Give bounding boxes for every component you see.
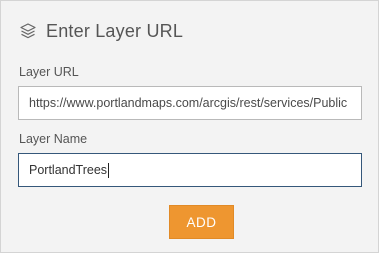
- panel-header: Enter Layer URL: [19, 19, 183, 43]
- layer-name-input[interactable]: PortlandTrees: [18, 153, 362, 187]
- layer-url-value: https://www.portlandmaps.com/arcgis/rest…: [29, 96, 348, 110]
- text-cursor: [108, 162, 110, 178]
- layer-url-label: Layer URL: [19, 65, 79, 79]
- add-button[interactable]: ADD: [169, 205, 234, 239]
- layers-icon: [19, 22, 37, 40]
- panel-title: Enter Layer URL: [46, 20, 184, 41]
- layer-url-input[interactable]: https://www.portlandmaps.com/arcgis/rest…: [18, 86, 362, 120]
- layer-name-value: PortlandTrees: [29, 163, 108, 177]
- layer-name-label: Layer Name: [19, 132, 88, 146]
- add-layer-panel: Enter Layer URL Layer URL https://www.po…: [0, 0, 379, 253]
